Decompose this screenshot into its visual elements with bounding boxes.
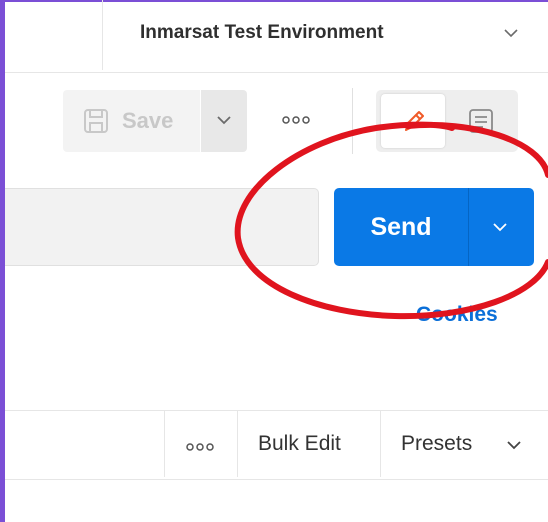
more-horizontal-icon[interactable] [280,113,312,127]
environment-selector-label[interactable]: Inmarsat Test Environment [140,22,384,44]
cookies-link[interactable]: Cookies [416,303,498,327]
save-button-label: Save [122,108,174,133]
send-button[interactable]: Send [334,188,468,266]
header-divider [102,0,103,70]
request-url-input[interactable] [5,188,319,266]
params-divider [164,411,165,477]
save-icon [84,109,108,133]
presets-dropdown[interactable]: Presets [401,432,472,456]
send-dropdown-button[interactable] [469,188,534,266]
toolbar-divider [352,88,353,154]
document-icon[interactable] [466,106,496,136]
chevron-down-icon [493,223,507,232]
bulk-edit-button[interactable]: Bulk Edit [258,432,341,456]
chevron-down-icon [217,116,231,125]
params-divider [237,411,238,477]
edit-icon [405,111,424,131]
more-horizontal-icon[interactable] [184,440,216,454]
chevron-down-icon[interactable] [500,22,522,44]
params-divider [380,411,381,477]
send-button-label: Send [370,212,432,241]
chevron-down-icon[interactable] [505,436,523,454]
save-dropdown-button[interactable] [201,90,247,152]
